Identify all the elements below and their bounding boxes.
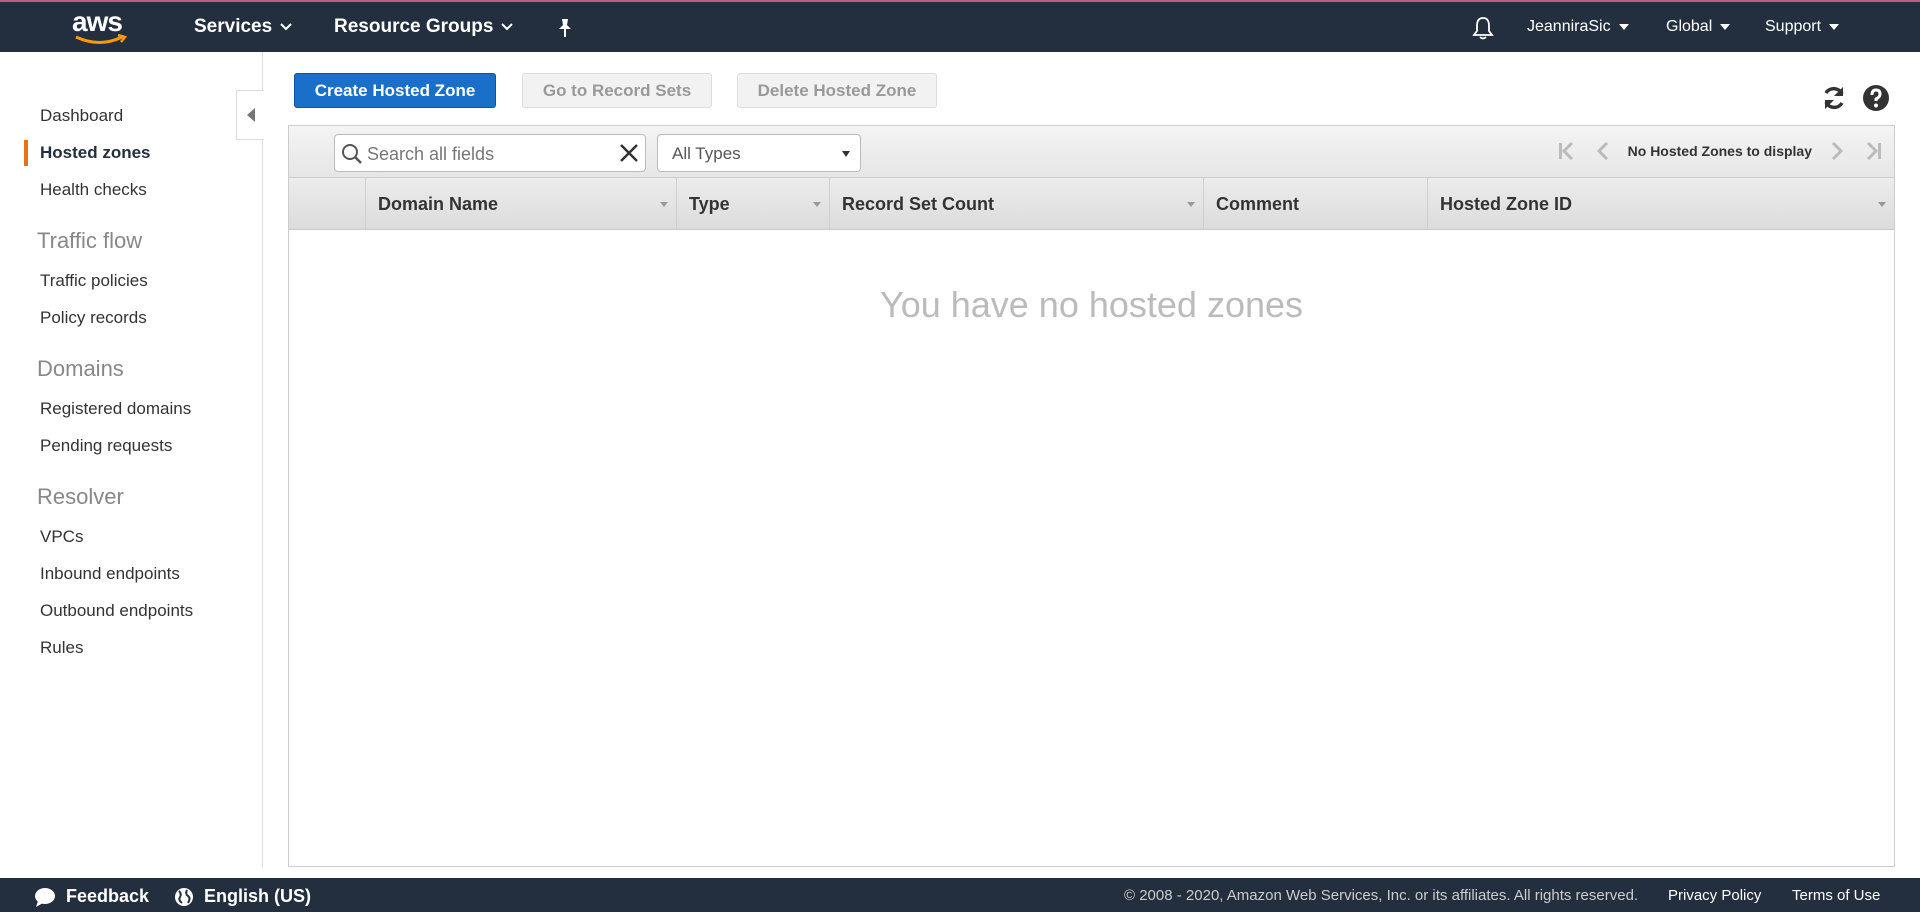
sidebar-item-traffic-policies[interactable]: Traffic policies: [40, 271, 148, 291]
terms-of-use-link[interactable]: Terms of Use: [1792, 887, 1880, 904]
region-label: Global: [1666, 18, 1713, 35]
search-box[interactable]: [334, 134, 646, 172]
type-filter-value: All Types: [672, 144, 741, 163]
sidebar-item-outbound-endpoints[interactable]: Outbound endpoints: [40, 601, 193, 621]
chevron-left-icon: [1596, 142, 1608, 160]
language-selector[interactable]: English (US): [174, 886, 311, 907]
go-to-record-sets-button[interactable]: Go to Record Sets: [522, 73, 712, 108]
speech-bubble-icon: [35, 887, 55, 907]
delete-hosted-zone-button[interactable]: Delete Hosted Zone: [737, 73, 937, 108]
column-header-domain-name[interactable]: Domain Name: [365, 178, 676, 230]
aws-logo-text: aws: [72, 6, 123, 37]
column-label: Domain Name: [378, 194, 499, 214]
sidebar-item-vpcs[interactable]: VPCs: [40, 527, 83, 547]
hosted-zones-table-panel: All Types No Hosted Zones to display Dom…: [288, 125, 1895, 867]
type-filter-select[interactable]: All Types: [657, 134, 861, 172]
column-label: Record Set Count: [842, 194, 995, 214]
column-label: Comment: [1216, 194, 1300, 214]
pin-icon[interactable]: [556, 18, 574, 43]
table-toolbar: All Types No Hosted Zones to display: [289, 126, 1894, 178]
sidebar-item-pending-requests[interactable]: Pending requests: [40, 436, 172, 456]
refresh-icon[interactable]: [1820, 84, 1848, 112]
active-indicator: [24, 140, 28, 166]
sidebar-item-rules[interactable]: Rules: [40, 638, 83, 658]
sort-icon: [1878, 202, 1886, 207]
caret-down-icon: [1829, 24, 1840, 30]
last-page-icon: [1866, 142, 1881, 160]
sidebar-item-health-checks[interactable]: Health checks: [40, 180, 147, 200]
chevron-down-icon: [280, 23, 292, 31]
pagination: No Hosted Zones to display: [1556, 140, 1884, 162]
sidebar-item-registered-domains[interactable]: Registered domains: [40, 399, 191, 419]
help-icon[interactable]: [1862, 84, 1890, 112]
sidebar-section-resolver: Resolver: [37, 484, 124, 509]
aws-smile-icon: [75, 34, 128, 44]
bell-icon[interactable]: [1472, 16, 1494, 45]
sidebar-item-dashboard[interactable]: Dashboard: [40, 106, 123, 126]
region-menu[interactable]: Global: [1666, 18, 1731, 36]
sort-icon: [1187, 202, 1195, 207]
top-navigation-bar: aws Services Resource Groups JeanniraSic…: [0, 0, 1920, 52]
caret-left-icon: [246, 108, 255, 122]
create-hosted-zone-button[interactable]: Create Hosted Zone: [294, 73, 496, 108]
search-input[interactable]: [367, 142, 607, 166]
caret-down-icon: [842, 151, 850, 157]
column-header-comment[interactable]: Comment: [1203, 178, 1427, 230]
collapse-sidebar-button[interactable]: [236, 90, 264, 140]
feedback-label: Feedback: [66, 886, 150, 906]
clear-search-icon[interactable]: [619, 143, 639, 163]
globe-icon: [175, 887, 193, 906]
caret-down-icon: [1720, 24, 1731, 30]
sort-icon: [813, 202, 821, 207]
sidebar-item-policy-records[interactable]: Policy records: [40, 308, 147, 328]
aws-logo[interactable]: aws: [72, 8, 130, 48]
resource-groups-label: Resource Groups: [334, 16, 494, 37]
first-page-button[interactable]: [1556, 140, 1578, 162]
column-label: Type: [689, 194, 730, 214]
sidebar-item-hosted-zones[interactable]: Hosted zones: [40, 143, 151, 163]
chevron-right-icon: [1831, 142, 1844, 160]
column-header-hosted-zone-id[interactable]: Hosted Zone ID: [1427, 178, 1894, 230]
chevron-down-icon: [501, 23, 514, 31]
resource-groups-menu[interactable]: Resource Groups: [334, 16, 514, 38]
previous-page-button[interactable]: [1592, 140, 1614, 162]
column-label: Hosted Zone ID: [1440, 194, 1573, 214]
feedback-link[interactable]: Feedback: [34, 886, 149, 907]
language-label: English (US): [204, 886, 311, 906]
user-label: JeanniraSic: [1527, 18, 1611, 35]
column-header-type[interactable]: Type: [676, 178, 829, 230]
copyright-text: © 2008 - 2020, Amazon Web Services, Inc.…: [1124, 887, 1639, 904]
support-menu[interactable]: Support: [1765, 18, 1840, 36]
sidebar-item-inbound-endpoints[interactable]: Inbound endpoints: [40, 564, 180, 584]
sidebar-section-traffic-flow: Traffic flow: [37, 228, 143, 253]
footer: Feedback English (US) © 2008 - 2020, Ama…: [0, 878, 1920, 912]
empty-table-message: You have no hosted zones: [879, 284, 1304, 325]
support-label: Support: [1765, 18, 1822, 35]
services-label: Services: [194, 16, 273, 37]
table-header: Domain Name Type Record Set Count Commen…: [289, 178, 1894, 230]
sort-icon: [660, 202, 668, 207]
search-icon: [342, 144, 362, 164]
services-menu[interactable]: Services: [194, 16, 292, 38]
pagination-status: No Hosted Zones to display: [1627, 143, 1812, 159]
first-page-icon: [1558, 142, 1573, 160]
last-page-button[interactable]: [1862, 140, 1884, 162]
user-menu[interactable]: JeanniraSic: [1527, 18, 1629, 36]
sidebar-section-domains: Domains: [37, 356, 124, 381]
column-header-record-set-count[interactable]: Record Set Count: [829, 178, 1203, 230]
next-page-button[interactable]: [1826, 140, 1848, 162]
privacy-policy-link[interactable]: Privacy Policy: [1668, 887, 1761, 904]
sidebar: Dashboard Hosted zones Health checks Tra…: [0, 52, 264, 868]
caret-down-icon: [1618, 24, 1629, 30]
